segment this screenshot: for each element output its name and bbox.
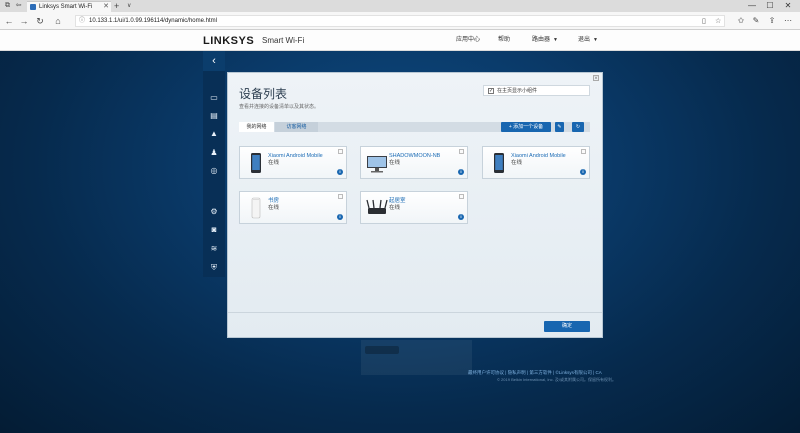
add-device-button[interactable]: + 添加一个设备: [501, 122, 551, 132]
device-status: 在线: [511, 160, 523, 166]
favorites-icon[interactable]: ✩: [735, 15, 747, 27]
reload-icon[interactable]: ↻: [34, 15, 46, 27]
maximize-button[interactable]: ☐: [764, 1, 776, 11]
help-link[interactable]: 帮助: [498, 37, 510, 44]
device-status: 在线: [389, 205, 401, 211]
mesh-node-icon: [251, 197, 261, 219]
app-center-link[interactable]: 应用中心: [456, 37, 480, 44]
tab-list-chevron-icon[interactable]: ∨: [127, 2, 131, 10]
router-menu[interactable]: 路由器 ▼: [532, 37, 558, 44]
new-tab-button[interactable]: +: [114, 1, 119, 11]
alert-icon[interactable]: ▲: [208, 129, 220, 139]
browser-tab[interactable]: Linksys Smart Wi-Fi ✕: [27, 1, 111, 12]
device-select-checkbox[interactable]: [338, 149, 343, 154]
footer-links[interactable]: 最终用户许可协议 | 隐私声明 | 第三方软件 | ©Linksys有限公司 |…: [468, 370, 602, 376]
favorite-star-icon[interactable]: ☆: [715, 17, 721, 26]
browser-tab-bar: ⧉ ⇦ Linksys Smart Wi-Fi ✕ + ∨ — ☐ ✕: [0, 0, 800, 12]
show-widget-label: 在主页显示小组件: [497, 88, 538, 94]
phone-icon: [251, 153, 261, 173]
edit-icon[interactable]: ✎: [555, 122, 564, 132]
url-field[interactable]: ⓘ 10.133.1.1/ui/1.0.99.196114/dynamic/ho…: [75, 15, 725, 27]
linksys-header: LINKSYS Smart Wi-Fi 应用中心 帮助 路由器 ▼ 退出 ▼: [0, 30, 800, 51]
device-status: 在线: [268, 160, 280, 166]
caret-down-icon: ▼: [593, 37, 598, 43]
media-icon[interactable]: ◙: [208, 225, 220, 235]
info-icon[interactable]: i: [337, 214, 343, 220]
pen-icon[interactable]: ✎: [750, 15, 762, 27]
tab-my-network[interactable]: 我的网络: [239, 122, 274, 132]
network-tabs: 我的网络 访客网络 + 添加一个设备 ✎ ↻: [239, 122, 590, 132]
device-status: 在线: [389, 160, 401, 166]
close-icon[interactable]: ✕: [103, 3, 109, 11]
wireless-icon[interactable]: ≋: [208, 244, 220, 254]
share-icon[interactable]: ⇪: [766, 15, 778, 27]
show-widget-checkbox[interactable]: ✓: [488, 88, 494, 94]
back-arrow-icon[interactable]: ←: [3, 15, 15, 27]
logout-menu[interactable]: 退出 ▼: [578, 37, 598, 44]
sidebar: ‹ ▭ ▤ ▲ ♟ ◎ ⚙ ◙ ≋ ⛨: [203, 51, 225, 277]
tab-title: Linksys Smart Wi-Fi: [39, 4, 93, 10]
close-icon[interactable]: ×: [593, 75, 599, 82]
device-select-checkbox[interactable]: [581, 149, 586, 154]
info-icon[interactable]: i: [458, 214, 464, 220]
dialog-title: 设备列表: [239, 87, 288, 101]
device-name: SHADOWMOON-NB: [389, 153, 441, 159]
devices-icon[interactable]: ▤: [208, 111, 220, 121]
device-card[interactable]: 书房 在线 i: [239, 191, 347, 224]
device-status: 在线: [268, 205, 280, 211]
desktop-icon: [367, 156, 387, 173]
info-icon[interactable]: i: [337, 169, 343, 175]
device-select-checkbox[interactable]: [459, 194, 464, 199]
dialog-divider: [228, 312, 602, 313]
caret-down-icon: ▼: [553, 37, 558, 43]
device-select-checkbox[interactable]: [459, 149, 464, 154]
minimize-button[interactable]: —: [746, 1, 758, 11]
url-text[interactable]: 10.133.1.1/ui/1.0.99.196114/dynamic/home…: [89, 17, 217, 26]
refresh-icon[interactable]: ↻: [572, 122, 584, 132]
security-icon[interactable]: ⛨: [208, 263, 220, 273]
speed-icon[interactable]: ◎: [208, 166, 220, 176]
logo-subtitle: Smart Wi-Fi: [262, 36, 305, 45]
device-name: Xiaomi Android Mobile: [511, 153, 566, 159]
device-name: 起居室: [389, 198, 406, 204]
tab-actions-icon[interactable]: ⧉: [3, 2, 12, 10]
device-name: Xiaomi Android Mobile: [268, 153, 323, 159]
device-card[interactable]: Xiaomi Android Mobile 在线 i: [482, 146, 590, 179]
phone-icon: [494, 153, 504, 173]
linksys-favicon-icon: [30, 4, 36, 10]
device-card[interactable]: SHADOWMOON-NB 在线 i: [360, 146, 468, 179]
parental-icon[interactable]: ♟: [208, 148, 220, 158]
info-icon[interactable]: i: [580, 169, 586, 175]
browser-address-bar: ← → ↻ ⌂ ⓘ 10.133.1.1/ui/1.0.99.196114/dy…: [0, 12, 800, 30]
device-list-dialog: × 设备列表 查看并连接的设备清单以及其状态。 ✓ 在主页显示小组件 我的网络 …: [227, 72, 603, 338]
tab-guest-network[interactable]: 访客网络: [275, 122, 318, 132]
chevron-left-icon[interactable]: ‹: [203, 51, 225, 71]
more-menu-icon[interactable]: ⋯: [782, 15, 794, 27]
reading-view-icon[interactable]: ▯: [702, 17, 706, 26]
device-card[interactable]: Xiaomi Android Mobile 在线 i: [239, 146, 347, 179]
info-icon[interactable]: i: [458, 169, 464, 175]
linksys-logo: LINKSYS: [203, 35, 255, 47]
device-card[interactable]: 起居室 在线 i: [360, 191, 468, 224]
router-icon[interactable]: ▭: [208, 93, 220, 103]
show-widget-option[interactable]: ✓ 在主页显示小组件: [483, 85, 590, 96]
home-icon[interactable]: ⌂: [52, 15, 64, 27]
connectivity-icon[interactable]: ⚙: [208, 207, 220, 217]
info-icon[interactable]: ⓘ: [79, 17, 85, 26]
background-widget-badge: [365, 346, 399, 354]
tabs-aside-icon[interactable]: ⇦: [14, 2, 23, 10]
close-window-button[interactable]: ✕: [782, 1, 794, 11]
dialog-subtitle: 查看并连接的设备清单以及其状态。: [239, 104, 320, 110]
router-icon: [366, 199, 388, 214]
forward-arrow-icon[interactable]: →: [18, 15, 30, 27]
device-select-checkbox[interactable]: [338, 194, 343, 199]
logout-label: 退出: [578, 37, 591, 43]
router-menu-label: 路由器: [532, 37, 551, 43]
footer-copyright: © 2019 Belkin International, Inc. 及/或其附属…: [497, 377, 616, 382]
ok-button[interactable]: 确定: [544, 321, 590, 332]
device-name: 书房: [268, 198, 280, 204]
